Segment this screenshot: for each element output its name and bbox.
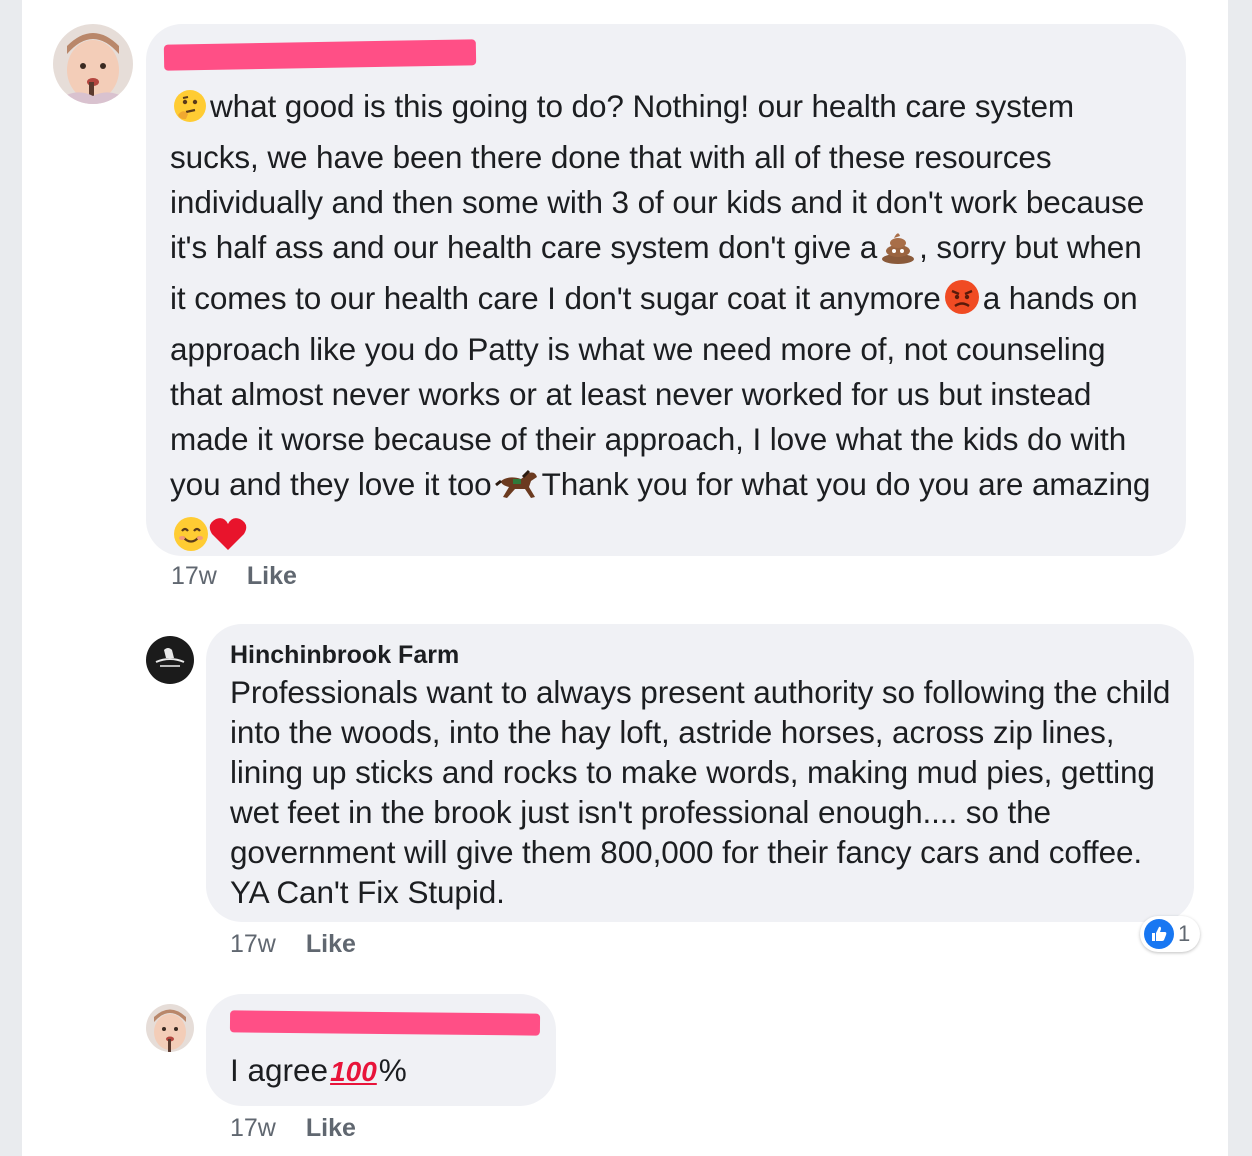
like-button[interactable]: Like [247, 562, 297, 590]
reply-meta: 17w Like [230, 930, 356, 959]
smiling-face-icon [173, 516, 209, 564]
comment-meta: 17w Like [171, 562, 297, 591]
like-button[interactable]: Like [306, 1114, 356, 1142]
comment-bubble: what good is this going to do? Nothing! … [146, 24, 1186, 556]
reaction-count: 1 [1178, 921, 1191, 946]
redacted-author-name [163, 39, 477, 71]
reaction-count-badge[interactable]: 1 [1140, 916, 1201, 952]
pile-of-poo-icon [880, 230, 916, 276]
comment-text: what good is this going to do? Nothing! … [170, 84, 1164, 564]
horse-icon [494, 467, 539, 513]
reply-text: I agree100% [230, 1052, 407, 1088]
hundred-points-icon: 100 [330, 1056, 377, 1087]
red-heart-icon [208, 516, 248, 564]
commenter-avatar[interactable] [146, 1004, 194, 1052]
thinking-face-icon [173, 89, 207, 135]
reply-bubble: I agree100% [206, 994, 556, 1106]
like-button[interactable]: Like [306, 930, 356, 958]
comment-timestamp[interactable]: 17w [171, 562, 217, 590]
redacted-author-name [229, 1010, 541, 1036]
reply-timestamp[interactable]: 17w [230, 1114, 276, 1142]
angry-face-icon [944, 279, 980, 327]
reply-meta: 17w Like [230, 1114, 356, 1143]
commenter-avatar[interactable] [53, 24, 133, 104]
thumbs-up-icon [1144, 919, 1174, 949]
reply-text: Professionals want to always present aut… [230, 674, 1171, 910]
reply-bubble: Hinchinbrook Farm Professionals want to … [206, 624, 1194, 922]
reply-timestamp[interactable]: 17w [230, 930, 276, 958]
page-avatar[interactable] [146, 636, 194, 684]
page-name[interactable]: Hinchinbrook Farm [230, 640, 1172, 670]
